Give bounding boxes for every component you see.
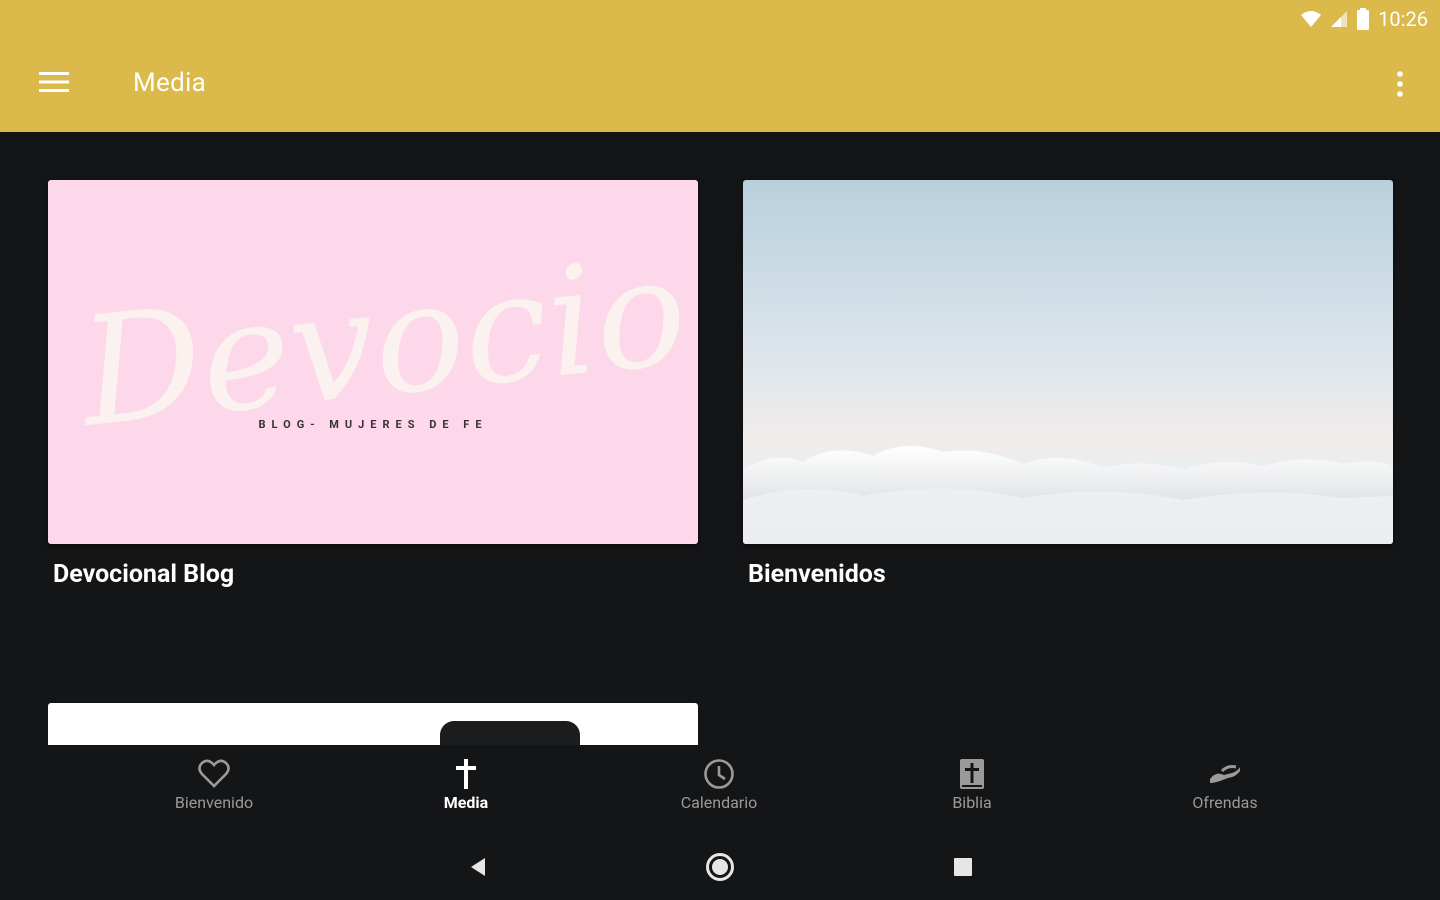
media-card-bienvenidos[interactable]: Bienvenidos — [743, 180, 1393, 600]
hamburger-icon — [39, 71, 69, 97]
card-title: Bienvenidos — [748, 560, 886, 589]
clouds-image — [743, 445, 1393, 544]
nav-item-biblia[interactable]: Biblia — [892, 757, 1052, 827]
back-icon — [469, 857, 487, 881]
signal-icon — [1330, 10, 1348, 28]
bottom-navigation: Bienvenido Media Calendario Biblia Ofren… — [0, 745, 1440, 835]
wifi-icon — [1300, 10, 1322, 28]
system-navigation-bar — [0, 835, 1440, 900]
page-title: Media — [133, 68, 207, 98]
media-card-devocional[interactable]: Devocional BLOG- MUJERES DE FE Devociona… — [48, 180, 698, 600]
recents-icon — [953, 857, 973, 881]
nav-label: Ofrendas — [1192, 793, 1258, 812]
nav-label: Bienvenido — [174, 793, 254, 812]
menu-button[interactable] — [28, 62, 80, 106]
devocional-script-text: Devocional — [70, 220, 680, 450]
offering-hand-icon — [1208, 757, 1242, 791]
card-thumbnail: Devocional BLOG- MUJERES DE FE — [48, 180, 698, 544]
bible-icon — [958, 757, 986, 791]
devocional-script-image: Devocional — [70, 220, 680, 450]
nav-item-ofrendas[interactable]: Ofrendas — [1145, 757, 1305, 827]
cross-icon — [455, 757, 477, 791]
heart-icon — [198, 757, 230, 791]
recents-button[interactable] — [943, 849, 983, 889]
overflow-menu-button[interactable] — [1386, 64, 1414, 108]
home-icon — [705, 852, 735, 886]
status-time: 10:26 — [1378, 7, 1428, 31]
card-title: Devocional Blog — [53, 560, 235, 589]
media-card-partial[interactable] — [48, 703, 698, 745]
nav-item-bienvenido[interactable]: Bienvenido — [134, 757, 294, 827]
card-image-subtitle: BLOG- MUJERES DE FE — [258, 418, 488, 431]
battery-icon — [1356, 8, 1370, 30]
card-thumbnail — [743, 180, 1393, 544]
home-button[interactable] — [700, 849, 740, 889]
app-bar: 10:26 Media — [0, 0, 1440, 132]
back-button[interactable] — [458, 849, 498, 889]
clock-icon — [703, 757, 735, 791]
nav-item-calendario[interactable]: Calendario — [639, 757, 799, 827]
status-bar: 10:26 — [1300, 6, 1428, 32]
more-vert-icon — [1396, 71, 1404, 101]
nav-label: Biblia — [952, 793, 992, 812]
nav-label: Media — [443, 793, 489, 812]
nav-label: Calendario — [680, 793, 758, 812]
nav-item-media[interactable]: Media — [386, 757, 546, 827]
